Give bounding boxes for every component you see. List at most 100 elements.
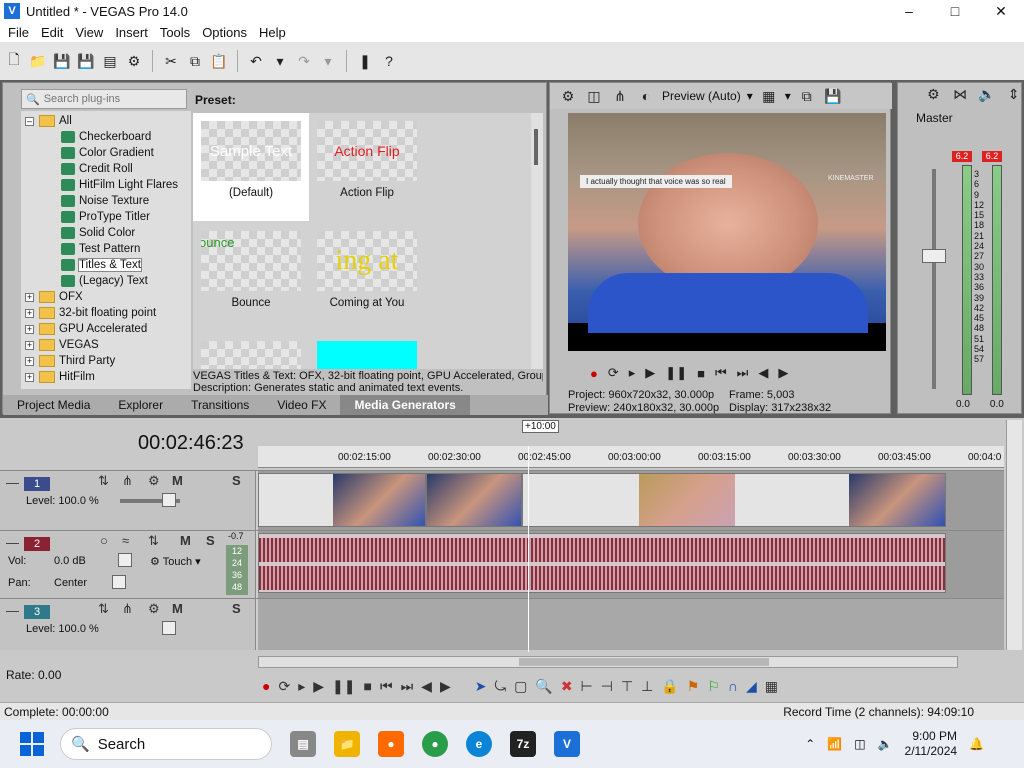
- copy-snapshot-icon[interactable]: ⧉: [797, 86, 817, 106]
- track-motion-icon[interactable]: ⇅: [98, 473, 109, 489]
- tree-node-hitfilm[interactable]: + HitFilm: [25, 369, 95, 385]
- go-to-end-icon[interactable]: ⏭: [401, 678, 414, 695]
- loop-playback-icon[interactable]: ⟳: [608, 365, 619, 381]
- tree-node-legacy-text[interactable]: (Legacy) Text: [61, 273, 148, 289]
- preview-settings-gear-icon[interactable]: ⚙: [558, 86, 578, 106]
- cut-icon[interactable]: ✂: [161, 51, 181, 71]
- expand-icon[interactable]: +: [25, 356, 34, 366]
- mute-button[interactable]: M: [172, 473, 183, 488]
- zoom-tool-icon[interactable]: 🔍: [535, 678, 552, 695]
- split-screen-icon[interactable]: ⋔: [610, 86, 630, 106]
- go-to-start-icon[interactable]: ⏮: [715, 365, 727, 381]
- edge-icon[interactable]: e: [466, 731, 492, 757]
- loop-playback-icon[interactable]: ⟳: [278, 678, 290, 695]
- play-icon[interactable]: ▶: [645, 365, 655, 381]
- close-button[interactable]: ✕: [978, 0, 1024, 22]
- stop-icon[interactable]: ■: [697, 366, 705, 381]
- expand-icon[interactable]: +: [25, 308, 34, 318]
- expand-icon[interactable]: +: [25, 324, 34, 334]
- menu-file[interactable]: File: [2, 25, 35, 40]
- menu-view[interactable]: View: [69, 25, 109, 40]
- previous-frame-icon[interactable]: ◀: [421, 678, 432, 695]
- selection-tool-icon[interactable]: ▢: [514, 678, 527, 695]
- delete-icon[interactable]: ✖: [561, 678, 573, 695]
- minimize-track-icon[interactable]: —: [6, 535, 19, 550]
- mute-button[interactable]: M: [180, 533, 191, 548]
- trim-end-icon[interactable]: ⊤: [621, 678, 633, 695]
- windows-start-icon[interactable]: [20, 732, 44, 756]
- track-1-lane[interactable]: [258, 471, 1004, 530]
- record-icon[interactable]: ●: [590, 366, 598, 381]
- go-to-start-icon[interactable]: ⏮: [380, 678, 393, 695]
- tree-node-color-gradient[interactable]: Color Gradient: [61, 145, 154, 161]
- chrome-icon[interactable]: ●: [422, 731, 448, 757]
- pan-slider-handle[interactable]: [112, 575, 126, 589]
- go-to-end-icon[interactable]: ⏭: [737, 365, 749, 381]
- chevron-down-icon[interactable]: ▾: [747, 89, 753, 103]
- enable-snapping-icon[interactable]: ❚: [355, 51, 375, 71]
- vegas-pro-taskbar-icon[interactable]: V: [554, 731, 580, 757]
- play-from-start-icon[interactable]: ▸: [298, 678, 305, 695]
- overlays-icon[interactable]: ◐: [636, 86, 656, 106]
- track-3-lane[interactable]: [258, 599, 1004, 650]
- task-view-icon[interactable]: ▤: [290, 731, 316, 757]
- auto-ripple-icon[interactable]: ◢: [746, 678, 757, 695]
- pause-icon[interactable]: ❚❚: [665, 365, 687, 381]
- track-2-lane[interactable]: [258, 531, 1004, 598]
- solo-button[interactable]: S: [206, 533, 215, 548]
- master-settings-gear-icon[interactable]: ⚙: [924, 84, 943, 104]
- undo-dropdown-icon[interactable]: ▾: [270, 51, 290, 71]
- taskbar-clock[interactable]: 9:00 PM 2/11/2024: [905, 729, 958, 759]
- tree-node-credit-roll[interactable]: Credit Roll: [61, 161, 133, 177]
- chevron-down-icon[interactable]: ▾: [785, 89, 791, 103]
- tree-node-test-pattern[interactable]: Test Pattern: [61, 241, 140, 257]
- dim-output-icon[interactable]: 🔈: [978, 84, 997, 104]
- firefox-icon[interactable]: ●: [378, 731, 404, 757]
- preset-next-1[interactable]: [193, 333, 309, 369]
- expand-icon[interactable]: +: [25, 372, 34, 382]
- record-icon[interactable]: ●: [262, 678, 270, 694]
- preset-coming-at-you[interactable]: ing at Coming at You: [309, 223, 425, 331]
- master-fader-track[interactable]: [932, 169, 936, 389]
- tree-node-all[interactable]: – All: [25, 113, 72, 129]
- insert-marker-icon[interactable]: ⚑: [687, 678, 700, 695]
- new-icon[interactable]: 🗋: [4, 51, 24, 71]
- menu-options[interactable]: Options: [196, 25, 253, 40]
- timeline-horizontal-scrollbar[interactable]: [258, 656, 958, 668]
- event-grouping-icon[interactable]: ▦: [765, 678, 778, 695]
- pause-icon[interactable]: ❚❚: [332, 678, 355, 695]
- plugin-search-box[interactable]: 🔍: [21, 89, 187, 109]
- save-snapshot-icon[interactable]: 💾: [823, 86, 843, 106]
- track-fx-icon[interactable]: ⚙: [148, 601, 160, 617]
- play-from-start-icon[interactable]: ▸: [629, 365, 636, 381]
- solo-button[interactable]: S: [232, 473, 241, 488]
- 7zip-icon[interactable]: 7z: [510, 731, 536, 757]
- minimize-track-icon[interactable]: —: [6, 603, 19, 618]
- tree-node-gpu-accelerated[interactable]: + GPU Accelerated: [25, 321, 147, 337]
- next-frame-icon[interactable]: ▶: [440, 678, 451, 695]
- tree-node-vegas[interactable]: + VEGAS: [25, 337, 99, 353]
- audio-event[interactable]: [258, 533, 946, 593]
- normal-edit-tool-icon[interactable]: ➤: [475, 678, 487, 695]
- redo-icon[interactable]: ↷: [294, 51, 314, 71]
- minimize-track-icon[interactable]: —: [6, 475, 19, 490]
- tree-node-checkerboard[interactable]: Checkerboard: [61, 129, 151, 145]
- record-arm-icon[interactable]: ○: [100, 533, 108, 548]
- menu-insert[interactable]: Insert: [109, 25, 154, 40]
- redo-dropdown-icon[interactable]: ▾: [318, 51, 338, 71]
- preset-bounce[interactable]: ounce Bounce: [193, 223, 309, 331]
- invert-phase-icon[interactable]: ≈: [122, 533, 129, 548]
- network-icon[interactable]: 📶: [827, 737, 842, 751]
- chevron-up-icon[interactable]: ⌃: [805, 737, 815, 751]
- whats-this-help-icon[interactable]: ?: [379, 51, 399, 71]
- timeline-ruler[interactable]: 00:02:15:00 00:02:30:00 00:02:45:00 00:03:0…: [258, 446, 1004, 468]
- level-slider-handle[interactable]: [162, 493, 176, 507]
- menu-tools[interactable]: Tools: [154, 25, 196, 40]
- notification-bell-icon[interactable]: 🔔: [969, 737, 984, 751]
- save-icon[interactable]: 💾: [52, 51, 72, 71]
- menu-edit[interactable]: Edit: [35, 25, 69, 40]
- channel-icon[interactable]: ⇕: [1004, 84, 1023, 104]
- menu-help[interactable]: Help: [253, 25, 292, 40]
- paste-icon[interactable]: 📋: [209, 51, 229, 71]
- preset-next-2[interactable]: [309, 333, 425, 369]
